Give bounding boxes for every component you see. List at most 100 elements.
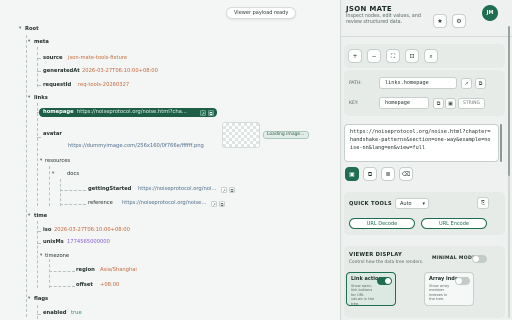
tree-key[interactable]: source (43, 55, 63, 62)
select-value: Auto (400, 201, 412, 207)
link-actions-toggle[interactable] (377, 277, 392, 285)
toast-notification: Viewer payload ready (226, 7, 297, 19)
star-icon[interactable]: ★ (433, 14, 447, 28)
tree-key[interactable]: avatar (43, 131, 62, 138)
path-field[interactable]: links.homepage (379, 77, 457, 89)
minimal-mode-label: MINIMAL MODE (432, 256, 476, 261)
array-indexes-toggle[interactable] (455, 277, 470, 285)
tree-node-links[interactable]: links (34, 95, 48, 102)
tree-key[interactable]: offset (76, 282, 93, 289)
tree-guide (37, 243, 41, 244)
search-icon[interactable]: ⌕ (424, 49, 438, 63)
minus-icon[interactable]: − (367, 49, 381, 63)
tree-key[interactable]: reference (88, 200, 113, 207)
tree-key[interactable]: gettingStarted (88, 186, 131, 193)
option-desc: Show open-link buttons for URL values in… (351, 284, 375, 306)
tree-node-meta[interactable]: meta (34, 39, 49, 46)
tree-guide (37, 71, 41, 72)
tree-guide (26, 35, 27, 317)
tree-value[interactable]: Asia/Shanghai (100, 267, 137, 274)
tree-node-docs[interactable]: docs (67, 171, 79, 178)
inspector-panel: JSON MATE Inspect nodes, edit values, an… (340, 0, 512, 320)
chevron-down-icon[interactable]: ▾ (28, 95, 30, 101)
plus-icon[interactable]: + (348, 49, 362, 63)
expand-icon[interactable]: ⛶ (386, 49, 400, 63)
link-actions-option[interactable]: Link actions Show open-link buttons for … (346, 272, 396, 306)
tree-guide (37, 314, 41, 315)
tree-value[interactable]: 2026-03-27T06:10:00+08:00 (54, 227, 130, 234)
gear-icon[interactable]: ⚙ (452, 14, 466, 28)
chevron-down-icon[interactable]: ▾ (28, 213, 30, 219)
toolbar: + − ⛶ ⊡ ⌕ (344, 44, 505, 68)
tree-value[interactable]: https://noiseprotocol.org/noise.html#int… (122, 200, 208, 207)
tree-value[interactable]: true (71, 310, 82, 317)
tree-guide (37, 58, 41, 59)
tree-node-resources[interactable]: resources (45, 158, 70, 165)
chevron-down-icon: ▾ (422, 201, 425, 207)
array-indexes-option[interactable]: Array indexes Show array member indexes … (424, 272, 474, 306)
node-info: PATH: links.homepage ↗ ⧉ KEY: homepage ⧉… (344, 70, 505, 116)
save-value-button[interactable]: ▣ (345, 167, 359, 181)
scrollbar[interactable] (500, 124, 502, 162)
tree-value[interactable]: +08:00 (100, 282, 119, 289)
chevron-down-icon[interactable]: ▾ (40, 158, 42, 164)
tree-value[interactable]: https://dummyimage.com/256x160/0f766e/ff… (68, 143, 218, 150)
tree-key[interactable]: unixMs (43, 239, 64, 246)
tree-key[interactable]: iso (43, 227, 51, 234)
tree-node-flags[interactable]: flags (34, 296, 48, 303)
tree-node-root[interactable]: Root (25, 26, 39, 33)
tree-key[interactable]: homepage (43, 109, 74, 116)
tree-value[interactable]: json-mate-tools-fixture (68, 55, 127, 62)
tree-key[interactable]: enabled (43, 310, 66, 317)
avatar[interactable]: JM (482, 5, 498, 21)
copy-icon[interactable]: ⧉ (475, 77, 486, 89)
save-icon[interactable]: ▣ (445, 97, 456, 109)
external-link-icon[interactable]: ↗ (221, 186, 227, 193)
tree-row-selected[interactable]: homepage https://noiseprotocol.org/noise… (39, 108, 217, 117)
copy-icon[interactable]: ⧉ (433, 97, 444, 109)
json-tree: Viewer payload ready ▾ Root ▾ meta sourc… (0, 0, 340, 320)
tree-node-timezone[interactable]: timezone (45, 253, 69, 260)
divider (341, 36, 512, 37)
url-decode-button[interactable]: URL Decode (349, 218, 415, 229)
tree-node-time[interactable]: time (34, 213, 47, 220)
scrollbar-thumb[interactable] (508, 26, 510, 176)
copy-icon[interactable]: ⧉ (219, 200, 225, 207)
chevron-down-icon[interactable]: ▾ (52, 171, 54, 177)
tree-key[interactable]: generatedAt (43, 68, 80, 75)
image-preview (222, 122, 260, 148)
minimal-mode-toggle[interactable] (472, 255, 487, 263)
tree-key[interactable]: requestId (43, 82, 71, 89)
tree-value[interactable]: req-tools-20260327 (78, 82, 129, 89)
tree-value[interactable]: 1774565000000 (67, 239, 110, 246)
value-editor[interactable]: https://noiseprotocol.org/noise.html?cha… (344, 124, 499, 162)
external-link-icon[interactable]: ↗ (200, 109, 206, 116)
external-link-icon[interactable]: ↗ (211, 200, 217, 207)
tree-value[interactable]: https://noiseprotocol.org/noise.html#int… (138, 186, 218, 193)
tree-guide (37, 231, 41, 232)
loading-badge: Loading image... (263, 131, 309, 139)
tree-guide (49, 271, 75, 272)
chevron-down-icon[interactable]: ▾ (19, 26, 21, 32)
tree-value[interactable]: 2026-03-27T06:10:00+08:00 (82, 68, 158, 75)
external-link-icon[interactable]: ↗ (461, 77, 472, 89)
copy-icon[interactable]: ⧉ (229, 186, 235, 193)
tree-guide (37, 85, 41, 86)
chevron-down-icon[interactable]: ▾ (28, 296, 30, 302)
tree-key[interactable]: region (76, 267, 95, 274)
format-button[interactable]: ≣ (381, 167, 395, 181)
url-encode-button[interactable]: URL Encode (421, 218, 487, 229)
copy-icon[interactable]: ⧉ (208, 109, 214, 116)
copy-value-button[interactable]: ⧉ (363, 167, 377, 181)
key-field[interactable]: homepage (379, 97, 429, 109)
collapse-icon[interactable]: ⊡ (405, 49, 419, 63)
panel-scrollbar[interactable] (508, 26, 510, 318)
chevron-down-icon[interactable]: ▾ (40, 253, 42, 259)
tree-guide (60, 179, 61, 206)
chevron-down-icon[interactable]: ▾ (28, 39, 30, 45)
panel-title: JSON MATE (346, 5, 392, 13)
delete-button[interactable]: ⌫ (399, 167, 413, 181)
clipboard-icon[interactable]: ⎘ (477, 197, 489, 209)
tree-value[interactable]: https://noiseprotocol.org/noise.html?cha… (77, 109, 187, 116)
quick-tools-select[interactable]: Auto ▾ (395, 198, 429, 209)
